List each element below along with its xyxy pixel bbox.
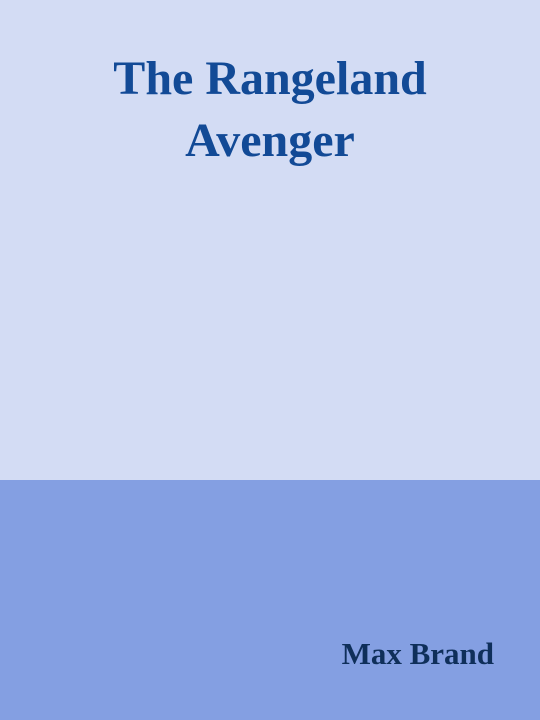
book-title: The Rangeland Avenger [0,48,540,172]
cover-bottom-panel [0,480,540,720]
book-cover: The Rangeland Avenger Max Brand [0,0,540,720]
title-line-1: The Rangeland [113,52,427,105]
author-name: Max Brand [341,636,494,671]
title-line-2: Avenger [185,114,355,167]
